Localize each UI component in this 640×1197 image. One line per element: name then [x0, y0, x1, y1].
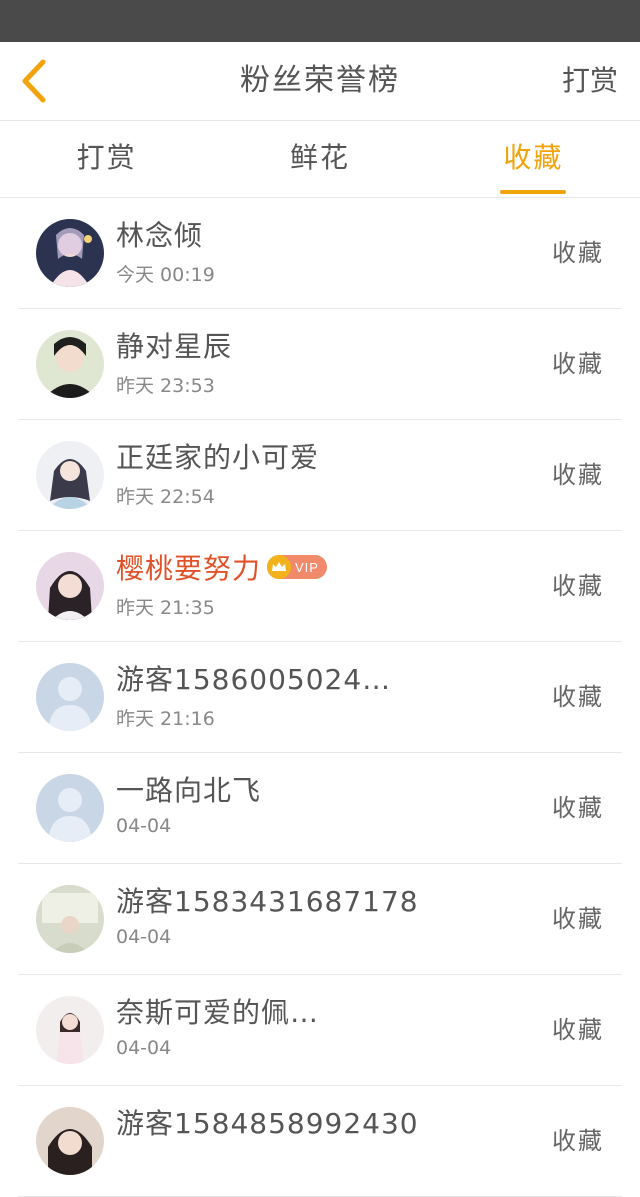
tab-flowers[interactable]: 鲜花	[213, 121, 426, 197]
user-name: 静对星辰	[116, 330, 233, 363]
avatar-default[interactable]	[36, 663, 104, 731]
favorite-label: 收藏	[552, 239, 604, 267]
vip-badge: VIP	[267, 555, 327, 579]
user-name: 游客1583431687178	[116, 885, 419, 918]
default-user-icon	[36, 774, 104, 842]
fan-list: 林念倾 今天 00:19 收藏 静对星辰 昨天 23:53 收藏 正廷家的小可爱…	[0, 198, 640, 1197]
user-name-vip: 樱桃要努力 VIP	[116, 547, 327, 587]
list-item[interactable]: 林念倾 今天 00:19 收藏	[18, 198, 622, 309]
user-name: 正廷家的小可爱	[116, 441, 320, 474]
page-title: 粉丝荣誉榜	[240, 63, 400, 98]
timestamp: 04-04	[116, 926, 172, 948]
vip-label: VIP	[295, 559, 319, 575]
crown-icon	[267, 555, 292, 579]
tab-label: 收藏	[503, 141, 564, 174]
tab-label: 鲜花	[289, 141, 350, 174]
timestamp: 04-04	[116, 815, 172, 837]
user-name: 奈斯可爱的佩…	[116, 996, 320, 1029]
list-item[interactable]: 静对星辰 昨天 23:53 收藏	[18, 309, 622, 420]
tab-bar: 打赏 鲜花 收藏	[0, 121, 640, 198]
timestamp: 昨天 21:35	[116, 597, 215, 619]
favorite-label: 收藏	[552, 905, 604, 933]
timestamp: 昨天 22:54	[116, 486, 215, 508]
tab-favorites[interactable]: 收藏	[427, 121, 640, 197]
avatar[interactable]	[36, 996, 104, 1064]
avatar[interactable]	[36, 441, 104, 509]
avatar[interactable]	[36, 219, 104, 287]
timestamp: 04-04	[116, 1037, 172, 1059]
user-name: 游客1584858992430	[116, 1107, 419, 1140]
user-name: 林念倾	[116, 219, 204, 252]
timestamp: 昨天 23:53	[116, 375, 215, 397]
favorite-label: 收藏	[552, 461, 604, 489]
favorite-label: 收藏	[552, 350, 604, 378]
user-name: 樱桃要努力	[116, 552, 262, 585]
reward-button[interactable]: 打赏	[562, 42, 618, 120]
default-user-icon	[36, 663, 104, 731]
list-item[interactable]: 奈斯可爱的佩… 04-04 收藏	[18, 975, 622, 1086]
active-tab-indicator	[500, 190, 567, 194]
list-item[interactable]: 樱桃要努力 VIP 昨天 21:35 收藏	[18, 531, 622, 642]
list-item[interactable]: 游客1586005024… 昨天 21:16 收藏	[18, 642, 622, 753]
user-name: 一路向北飞	[116, 774, 262, 807]
tab-label: 打赏	[76, 141, 137, 174]
list-item[interactable]: 正廷家的小可爱 昨天 22:54 收藏	[18, 420, 622, 531]
header: 粉丝荣誉榜 打赏	[0, 42, 640, 121]
timestamp: 昨天 21:16	[116, 708, 215, 730]
avatar[interactable]	[36, 885, 104, 953]
list-item[interactable]: 一路向北飞 04-04 收藏	[18, 753, 622, 864]
avatar[interactable]	[36, 1107, 104, 1175]
avatar[interactable]	[36, 552, 104, 620]
favorite-label: 收藏	[552, 1127, 604, 1155]
favorite-label: 收藏	[552, 794, 604, 822]
favorite-label: 收藏	[552, 1016, 604, 1044]
timestamp: 今天 00:19	[116, 264, 215, 286]
favorite-label: 收藏	[552, 572, 604, 600]
list-item[interactable]: 游客1584858992430 收藏	[18, 1086, 622, 1197]
avatar[interactable]	[36, 330, 104, 398]
favorite-label: 收藏	[552, 683, 604, 711]
user-name: 游客1586005024…	[116, 663, 392, 696]
status-bar	[0, 0, 640, 42]
tab-reward[interactable]: 打赏	[0, 121, 213, 197]
avatar-default[interactable]	[36, 774, 104, 842]
list-item[interactable]: 游客1583431687178 04-04 收藏	[18, 864, 622, 975]
